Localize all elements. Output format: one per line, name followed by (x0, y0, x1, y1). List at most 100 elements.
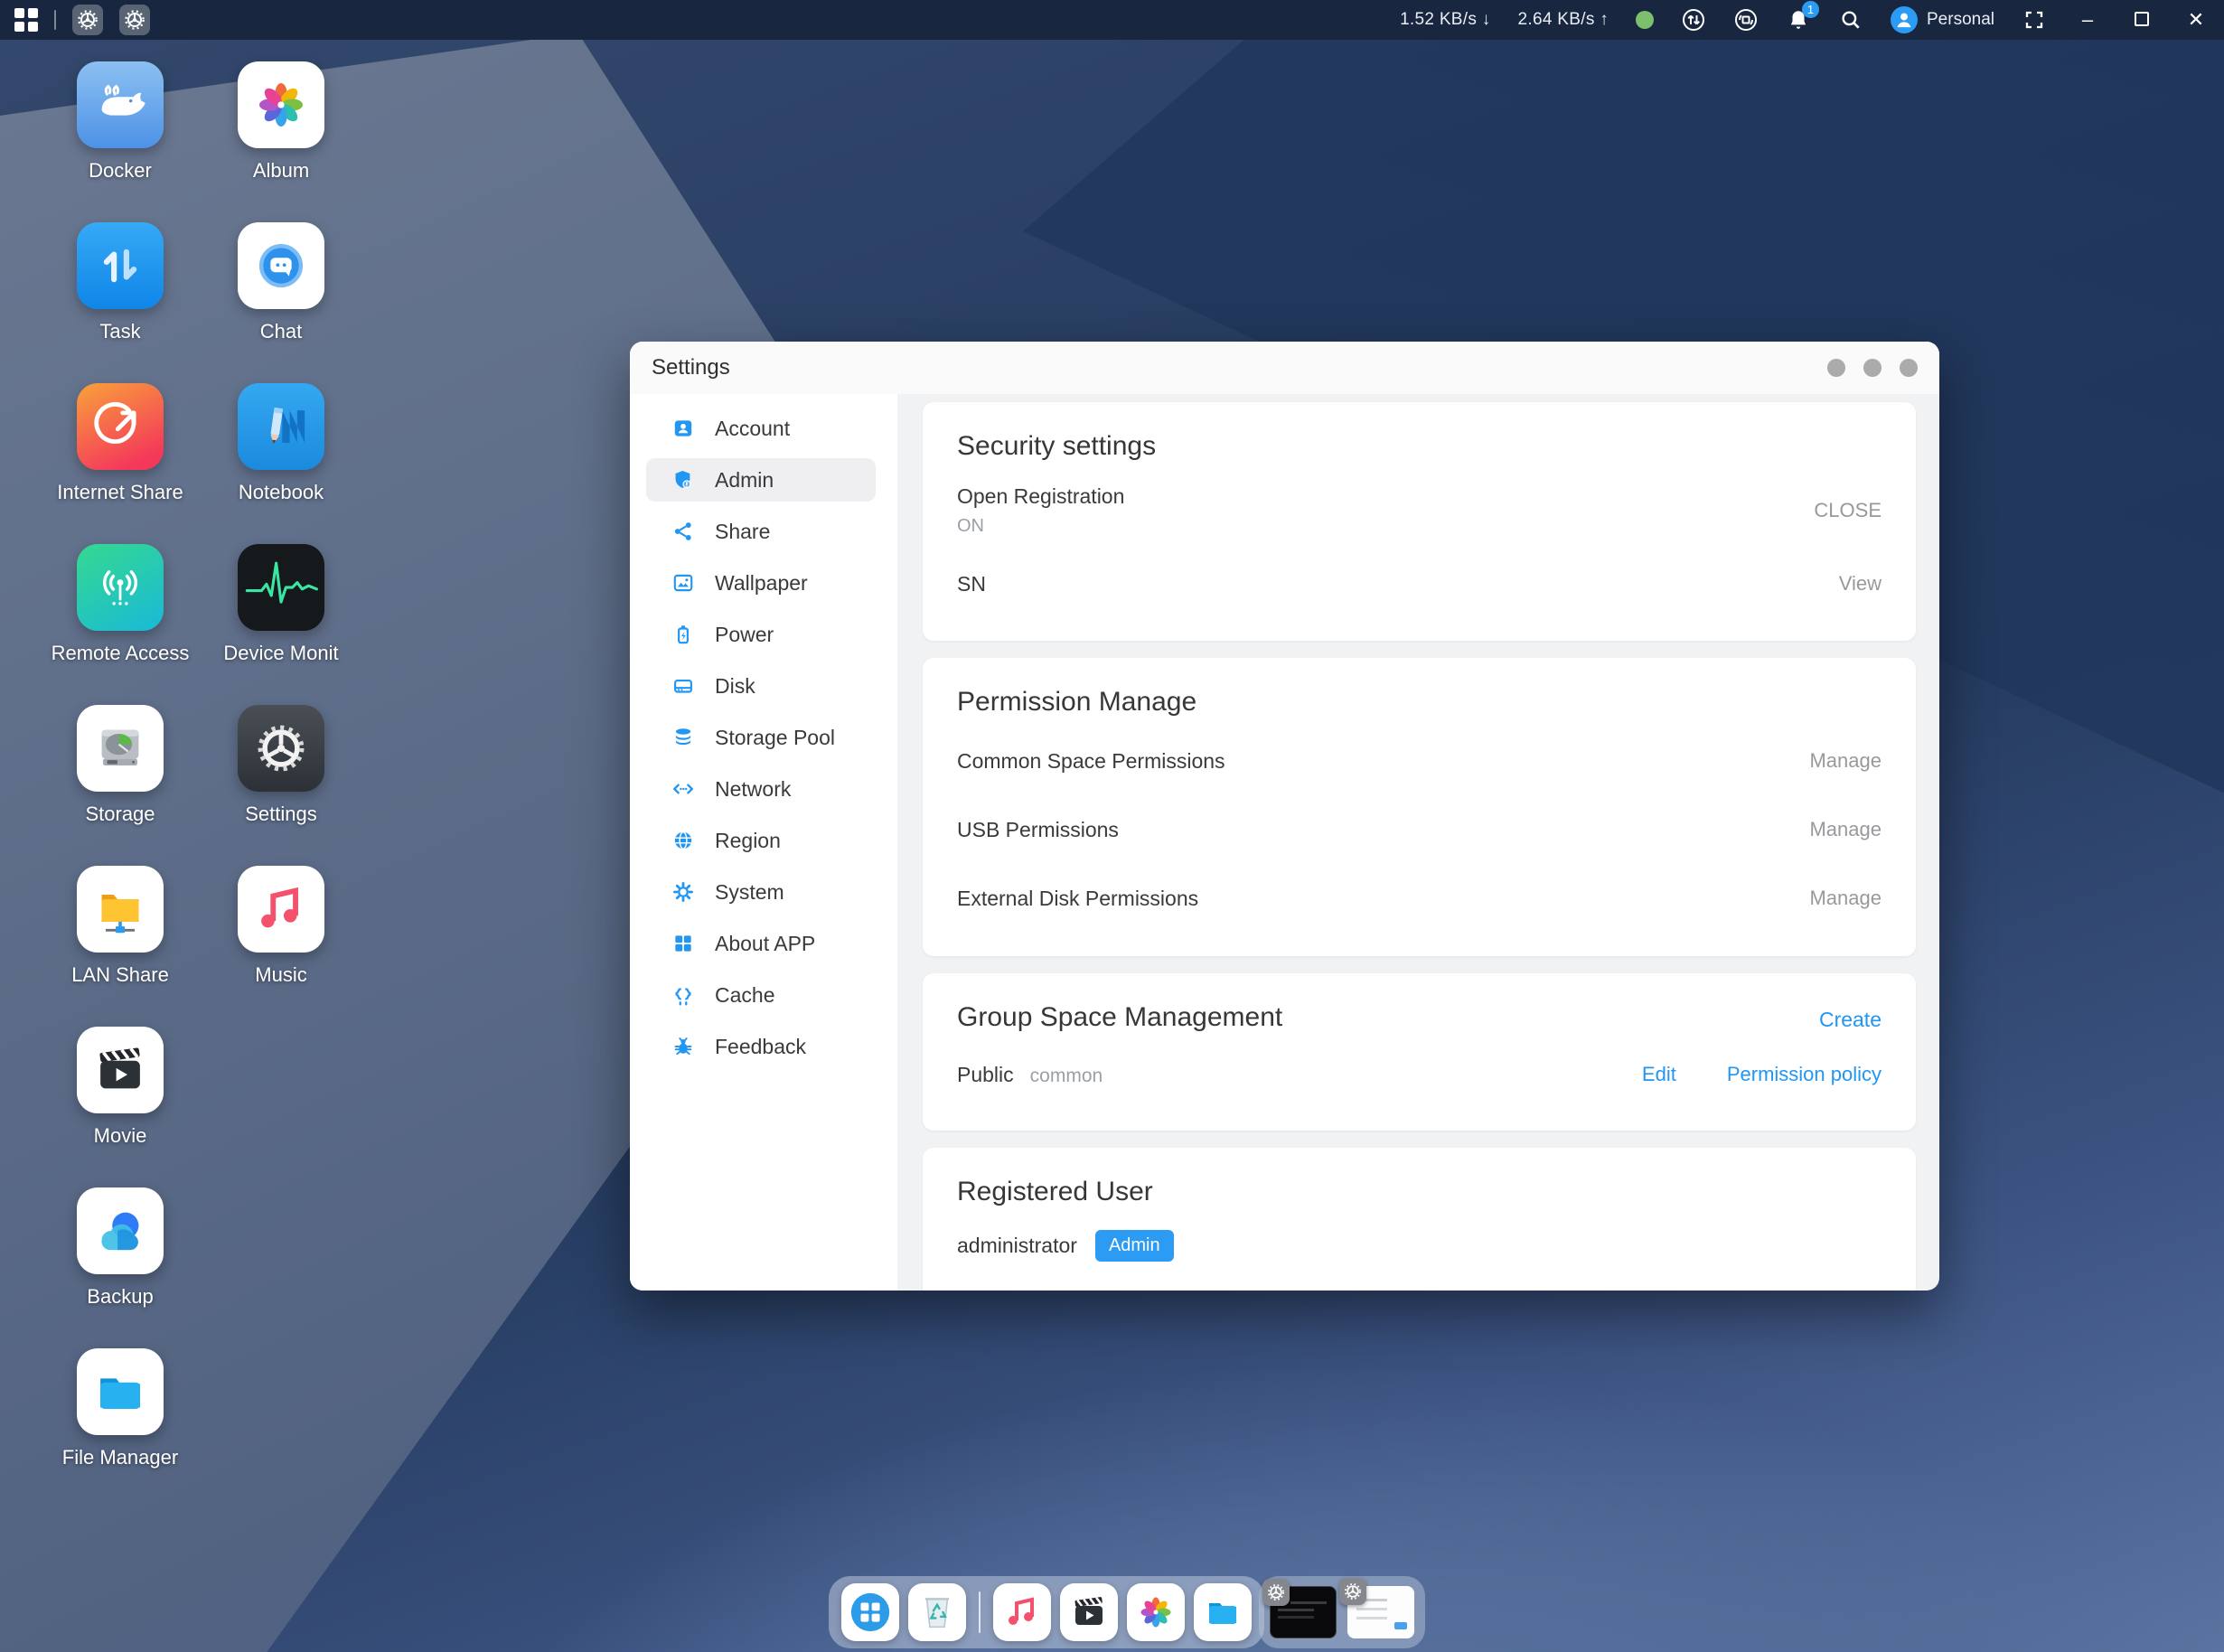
battery-icon (671, 623, 695, 646)
bug-icon (671, 1035, 695, 1058)
music-note-icon (1000, 1591, 1044, 1634)
minimize-button[interactable]: – (2074, 0, 2101, 40)
antenna-icon (77, 544, 164, 631)
sidebar-item-about-app[interactable]: About APP (646, 922, 876, 965)
desktop-icon-file-manager[interactable]: File Manager (40, 1348, 201, 1509)
desktop-icon-storage[interactable]: Storage (40, 705, 201, 866)
dock-open-windows (1259, 1576, 1425, 1648)
dock-recycle-bin[interactable] (908, 1583, 966, 1641)
braces-icon (671, 983, 695, 1007)
view-sn-action[interactable]: View (1839, 572, 1881, 596)
desktop-icon-chat[interactable]: Chat (201, 222, 361, 383)
close-registration-action[interactable]: CLOSE (1814, 499, 1881, 522)
task-arrows-icon (77, 222, 164, 309)
photos-pinwheel-icon (1134, 1591, 1178, 1634)
desktop-icon-backup[interactable]: Backup (40, 1187, 201, 1348)
window-minimize-dot[interactable] (1827, 359, 1845, 377)
sidebar-item-cache[interactable]: Cache (646, 973, 876, 1017)
manage-external-disk-action[interactable]: Manage (1809, 887, 1881, 910)
lan-share-folder-icon (77, 866, 164, 953)
sidebar-item-admin[interactable]: Admin (646, 458, 876, 502)
disk-icon (671, 674, 695, 698)
manage-usb-action[interactable]: Manage (1809, 818, 1881, 841)
music-note-icon (238, 866, 324, 953)
edit-group-space-link[interactable]: Edit (1642, 1063, 1676, 1086)
internet-share-icon (77, 383, 164, 470)
fullscreen-icon[interactable] (2022, 7, 2047, 33)
taskbar-app-settings-1[interactable] (72, 5, 103, 35)
sidebar-item-wallpaper[interactable]: Wallpaper (646, 561, 876, 605)
desktop-icon-internet-share[interactable]: Internet Share (40, 383, 201, 544)
sidebar-item-feedback[interactable]: Feedback (646, 1025, 876, 1068)
gear-badge-icon (1339, 1578, 1366, 1605)
wallpaper-icon (671, 571, 695, 595)
manage-common-space-action[interactable]: Manage (1809, 749, 1881, 773)
dock-album[interactable] (1127, 1583, 1185, 1641)
account-icon (671, 417, 695, 440)
sidebar-item-power[interactable]: Power (646, 613, 876, 656)
dock-separator (979, 1591, 981, 1633)
desktop-icon-device-monit[interactable]: Device Monit (201, 544, 361, 705)
desktop-icon-docker[interactable]: Docker (40, 61, 201, 222)
desktop-icon-task[interactable]: Task (40, 222, 201, 383)
cloud-backup-icon (77, 1187, 164, 1274)
username: administrator (957, 1234, 1077, 1258)
sidebar-item-storage-pool[interactable]: Storage Pool (646, 716, 876, 759)
close-button[interactable]: ✕ (2182, 0, 2210, 40)
desktop-icon-settings[interactable]: Settings (201, 705, 361, 866)
maximize-button[interactable] (2128, 0, 2155, 40)
share-icon (671, 520, 695, 543)
desktop-icon-album[interactable]: Album (201, 61, 361, 222)
app-launcher-icon[interactable] (14, 8, 38, 32)
card-title: Registered User (957, 1177, 1881, 1207)
gear-badge-icon (1262, 1579, 1290, 1606)
settings-sidebar: Account Admin (630, 394, 897, 1291)
taskbar-separator (54, 10, 56, 30)
sidebar-item-disk[interactable]: Disk (646, 664, 876, 708)
app-launcher-icon (847, 1589, 894, 1636)
window-close-dot[interactable] (1900, 359, 1918, 377)
dock-app-launcher[interactable] (841, 1583, 899, 1641)
sidebar-item-system[interactable]: System (646, 870, 876, 914)
sidebar-item-network[interactable]: Network (646, 767, 876, 811)
window-titlebar[interactable]: Settings (630, 342, 1939, 394)
sidebar-item-account[interactable]: Account (646, 407, 876, 450)
settings-gear-icon (238, 705, 324, 792)
sidebar-item-region[interactable]: Region (646, 819, 876, 862)
registered-user-row: administrator Admin (957, 1216, 1881, 1274)
shield-icon (671, 468, 695, 492)
desktop-icon-remote-access[interactable]: Remote Access (40, 544, 201, 705)
sidebar-item-share[interactable]: Share (646, 510, 876, 553)
open-registration-row: Open Registration ON CLOSE (957, 471, 1881, 550)
window-maximize-dot[interactable] (1863, 359, 1881, 377)
open-window-thumbnail-dark[interactable] (1270, 1586, 1337, 1638)
avatar (1891, 6, 1918, 33)
notification-bell-icon[interactable]: 1 (1786, 7, 1811, 33)
download-speed: 1.52 KB/s ↓ (1400, 10, 1490, 30)
taskbar-app-settings-2[interactable] (119, 5, 150, 35)
admin-badge[interactable]: Admin (1095, 1230, 1174, 1262)
transfer-icon[interactable] (1681, 7, 1706, 33)
desktop-icon-notebook[interactable]: Notebook (201, 383, 361, 544)
gear-icon (671, 880, 695, 904)
dock-music[interactable] (993, 1583, 1051, 1641)
sync-icon[interactable] (1733, 7, 1759, 33)
user-menu[interactable]: Personal (1891, 6, 1994, 33)
dock-movie[interactable] (1060, 1583, 1118, 1641)
desktop-icon-movie[interactable]: Movie (40, 1027, 201, 1187)
desktop-icon-music[interactable]: Music (201, 866, 361, 1027)
globe-icon (671, 829, 695, 852)
grid-icon (671, 932, 695, 955)
permission-policy-link[interactable]: Permission policy (1727, 1063, 1881, 1086)
search-icon[interactable] (1838, 7, 1863, 33)
dock-file-manager[interactable] (1194, 1583, 1252, 1641)
create-group-space-link[interactable]: Create (1819, 1008, 1881, 1032)
desktop-icon-lan-share[interactable]: LAN Share (40, 866, 201, 1027)
status-dot-green (1636, 11, 1654, 29)
recycle-bin-icon (914, 1589, 961, 1636)
registered-user-card: Registered User administrator Admin (923, 1148, 1916, 1291)
settings-window: Settings Account (630, 342, 1939, 1291)
open-window-thumbnail-light[interactable] (1347, 1586, 1414, 1638)
heartbeat-monitor-icon (238, 544, 324, 631)
hdd-icon (77, 705, 164, 792)
